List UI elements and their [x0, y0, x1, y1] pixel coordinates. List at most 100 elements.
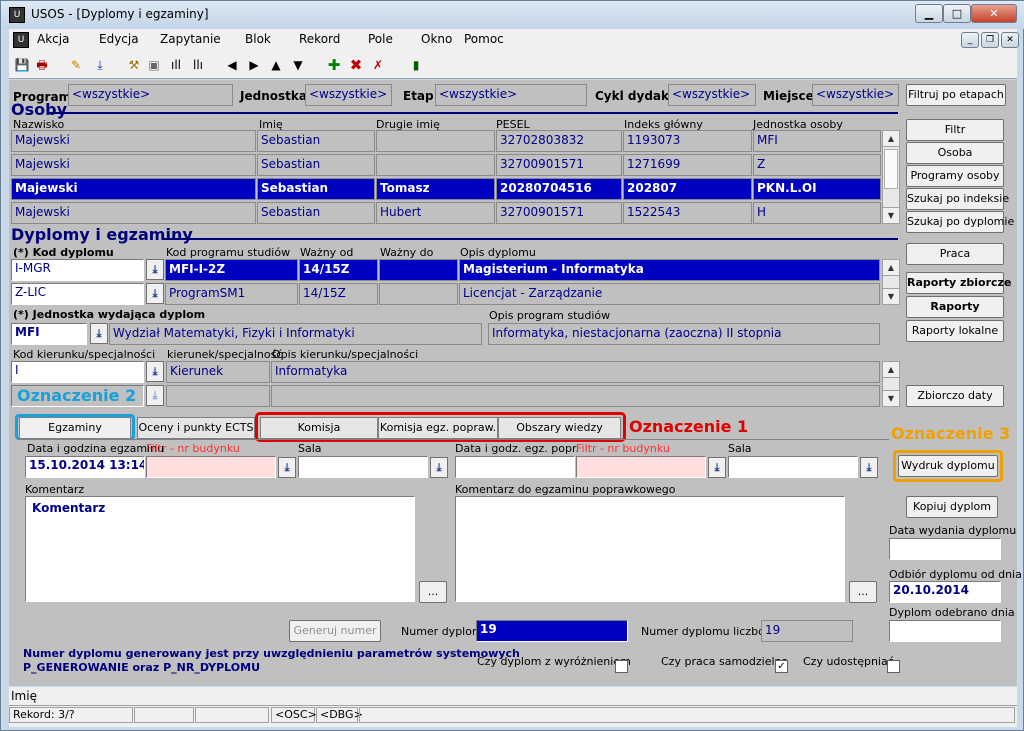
- scroll-down-icon[interactable]: ▼: [883, 207, 899, 223]
- tab-egzaminy[interactable]: Egzaminy: [19, 417, 131, 439]
- insert-record-icon[interactable]: ✚: [325, 56, 343, 74]
- table-row-3-jednostka[interactable]: PKN.L.OI: [753, 178, 881, 200]
- szukaj-po-dyplomie-button[interactable]: Szukaj po dyplomie: [906, 211, 1014, 233]
- opis-kierunku-field[interactable]: Informatyka: [271, 361, 880, 383]
- edit-icon[interactable]: ✎: [67, 56, 85, 74]
- menu-akcja[interactable]: Akcja: [37, 32, 69, 46]
- print-icon[interactable]: 🖶: [33, 56, 51, 74]
- tab-obszary-wiedzy[interactable]: Obszary wiedzy: [498, 417, 621, 439]
- minimize-button[interactable]: ▁: [915, 4, 943, 23]
- generuj-numer-button[interactable]: Generuj numer: [289, 620, 381, 642]
- exit-icon[interactable]: ▮: [407, 56, 425, 74]
- next-block-icon[interactable]: ▶: [245, 56, 263, 74]
- window-icon[interactable]: ▣: [145, 56, 163, 74]
- filtr-budynku-field[interactable]: [146, 456, 276, 478]
- filtr-budynku-lov-icon[interactable]: ⤓: [278, 457, 296, 478]
- filtr-button[interactable]: Filtr: [906, 119, 1004, 141]
- numer-liczbowo-field[interactable]: 19: [761, 620, 853, 642]
- zbiorczo-daty-button[interactable]: Zbiorczo daty: [906, 385, 1004, 407]
- mdi-restore-button[interactable]: ❐: [981, 32, 999, 48]
- table-row-1-drugie-imie[interactable]: [376, 130, 495, 152]
- miejsce-field[interactable]: <wszystkie>: [812, 84, 899, 106]
- delete-record-icon[interactable]: ✖: [347, 56, 365, 74]
- wazny-od-field-2[interactable]: 14/15Z: [299, 283, 378, 305]
- table-row-3-imie[interactable]: Sebastian: [257, 178, 375, 200]
- next-record-icon[interactable]: ▼: [289, 56, 307, 74]
- kod-dyplomu-lov-2-icon[interactable]: ⤓: [146, 283, 164, 304]
- komentarz-textarea[interactable]: Komentarz: [25, 496, 415, 602]
- menu-edycja[interactable]: Edycja: [99, 32, 139, 46]
- program-field[interactable]: <wszystkie>: [68, 84, 233, 106]
- table-row-4-jednostka[interactable]: H: [753, 202, 881, 224]
- komentarz-popr-textarea[interactable]: [455, 496, 845, 602]
- previous-record-icon[interactable]: ▲: [267, 56, 285, 74]
- sala-popr-lov-icon[interactable]: ⤓: [860, 457, 878, 478]
- scroll-up-icon[interactable]: ▲: [883, 131, 899, 147]
- kierunek-field-2[interactable]: [166, 385, 270, 407]
- opis-dyplomu-field-1[interactable]: Magisterium - Informatyka: [459, 259, 880, 281]
- table-row-4-pesel[interactable]: 32700901571: [496, 202, 622, 224]
- wazny-do-field-2[interactable]: [379, 283, 458, 305]
- szukaj-po-indeksie-button[interactable]: Szukaj po indeksie: [906, 188, 1009, 210]
- scroll-down-icon[interactable]: ▼: [883, 390, 899, 406]
- table-row-1-pesel[interactable]: 32702803832: [496, 130, 622, 152]
- save-icon[interactable]: 💾: [13, 56, 31, 74]
- filter-by-stages-button[interactable]: Filtruj po etapach: [906, 84, 1006, 106]
- menu-rekord[interactable]: Rekord: [299, 32, 340, 46]
- sala-field[interactable]: [298, 456, 428, 478]
- udostepniac-checkbox[interactable]: [887, 660, 900, 673]
- wydruk-dyplomu-button[interactable]: Wydruk dyplomu: [898, 455, 998, 477]
- mdi-minimize-button[interactable]: _: [961, 32, 979, 48]
- bars-alt-icon[interactable]: llı: [189, 56, 207, 74]
- scroll-down-icon[interactable]: ▼: [883, 288, 899, 304]
- kopiuj-dyplom-button[interactable]: Kopiuj dyplom: [906, 496, 998, 518]
- data-egzaminu-field[interactable]: 15.10.2014 13:14: [25, 456, 145, 478]
- table-row-2-indeks[interactable]: 1271699: [623, 154, 752, 176]
- query-icon[interactable]: ⚒: [125, 56, 143, 74]
- table-row-4-nazwisko[interactable]: Majewski: [11, 202, 256, 224]
- table-row-1-indeks[interactable]: 1193073: [623, 130, 752, 152]
- menu-okno[interactable]: Okno: [421, 32, 452, 46]
- table-row-4-drugie-imie[interactable]: Hubert: [376, 202, 495, 224]
- osoba-button[interactable]: Osoba: [906, 142, 1004, 164]
- table-row-4-indeks[interactable]: 1522543: [623, 202, 752, 224]
- kod-kierunku-lov-icon[interactable]: ⤓: [146, 361, 164, 382]
- table-row-3-pesel[interactable]: 20280704516: [496, 178, 622, 200]
- komentarz-popr-expand-button[interactable]: ...: [849, 581, 877, 603]
- table-row-3-drugie-imie[interactable]: Tomasz: [376, 178, 495, 200]
- tab-komisja[interactable]: Komisja: [260, 417, 378, 439]
- kod-dyplomu-lov-1-icon[interactable]: ⤓: [146, 259, 164, 280]
- jednostka-filter-field[interactable]: <wszystkie>: [305, 84, 392, 106]
- table-row-2-jednostka[interactable]: Z: [753, 154, 881, 176]
- download-icon[interactable]: ⤓: [91, 56, 109, 74]
- kierunek-field[interactable]: Kierunek: [166, 361, 270, 383]
- wazny-do-field-1[interactable]: [379, 259, 458, 281]
- odbior-field[interactable]: 20.10.2014: [889, 581, 1001, 603]
- kod-dyplomu-field-2[interactable]: Z-LIC: [11, 283, 144, 305]
- bars-icon[interactable]: ıll: [167, 56, 185, 74]
- opis-kierunku-field-2[interactable]: [271, 385, 880, 407]
- data-wydania-field[interactable]: [889, 538, 1001, 560]
- scroll-thumb[interactable]: [884, 149, 898, 189]
- table-row-1-imie[interactable]: Sebastian: [257, 130, 375, 152]
- sala-popr-field[interactable]: [728, 456, 858, 478]
- kierunek-scrollbar[interactable]: ▲ ▼: [882, 361, 900, 407]
- usos-app-icon[interactable]: U: [9, 7, 25, 23]
- clear-icon[interactable]: ✗: [369, 56, 387, 74]
- sala-lov-icon[interactable]: ⤓: [430, 457, 448, 478]
- odebrano-field[interactable]: [889, 620, 1001, 642]
- wazny-od-field-1[interactable]: 14/15Z: [299, 259, 378, 281]
- document-icon[interactable]: U: [13, 32, 29, 48]
- programy-osoby-button[interactable]: Programy osoby: [906, 165, 1004, 187]
- maximize-button[interactable]: □: [943, 4, 971, 23]
- osoby-scrollbar[interactable]: ▲ ▼: [882, 130, 900, 224]
- table-row-2-nazwisko[interactable]: Majewski: [11, 154, 256, 176]
- scroll-up-icon[interactable]: ▲: [883, 362, 899, 378]
- table-row-3-nazwisko[interactable]: Majewski: [11, 178, 256, 200]
- raporty-zbiorcze-button[interactable]: Raporty zbiorcze: [906, 272, 1011, 294]
- etap-field[interactable]: <wszystkie>: [435, 84, 587, 106]
- filtr-popr-field[interactable]: [576, 456, 706, 478]
- samodzielna-checkbox[interactable]: ✓: [775, 660, 788, 673]
- numer-dyplomu-field[interactable]: 19: [476, 620, 628, 642]
- tab-oceny[interactable]: Oceny i punkty ECTS: [137, 417, 255, 439]
